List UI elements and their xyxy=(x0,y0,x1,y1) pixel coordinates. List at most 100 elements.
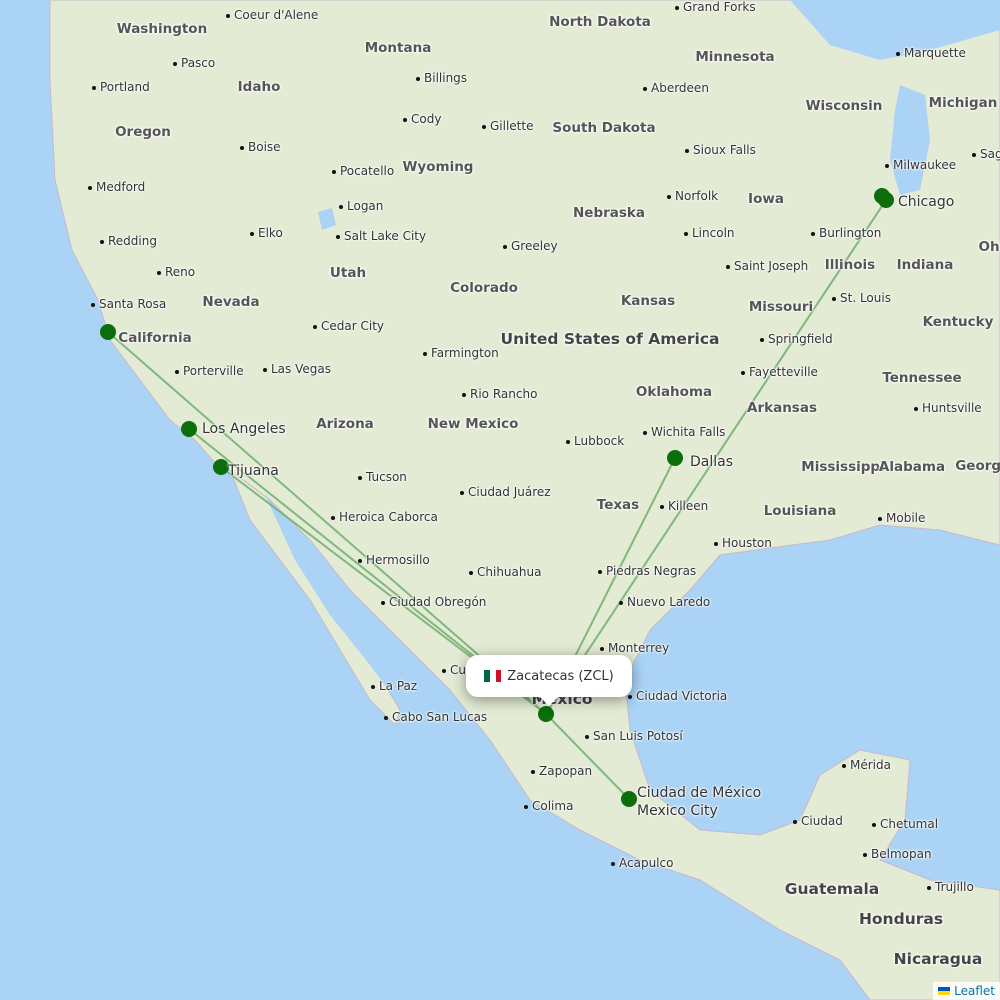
map-canvas[interactable] xyxy=(0,0,1000,1000)
ukraine-flag-icon xyxy=(938,987,951,995)
state-label: Iowa xyxy=(748,191,784,207)
city-label: St. Louis xyxy=(832,291,891,305)
city-label: San Luis Potosí xyxy=(585,729,683,743)
city-label: Colima xyxy=(524,799,573,813)
city-label: Norfolk xyxy=(667,189,718,203)
state-label: Tennessee xyxy=(882,370,962,386)
airport-label: Chicago xyxy=(898,194,955,210)
city-label: Farmington xyxy=(423,346,499,360)
city-label: Cabo San Lucas xyxy=(384,710,487,724)
city-label: Mobile xyxy=(878,511,925,525)
city-label: Acapulco xyxy=(611,856,673,870)
state-label: Texas xyxy=(596,497,640,513)
city-label: Elko xyxy=(250,226,283,240)
city-label: Ciudad xyxy=(793,814,843,828)
city-label: Wichita Falls xyxy=(643,425,725,439)
city-label: Redding xyxy=(100,234,157,248)
city-label: Monterrey xyxy=(600,641,669,655)
city-label: Ciudad Juárez xyxy=(460,485,551,499)
country-label: United States of America xyxy=(500,330,720,348)
mexico-flag-icon xyxy=(484,670,502,682)
city-label: Coeur d'Alene xyxy=(226,8,318,22)
city-label: Boise xyxy=(240,140,281,154)
city-label: Salt Lake City xyxy=(336,229,426,243)
city-label: Gillette xyxy=(482,119,533,133)
city-label: Huntsville xyxy=(914,401,982,415)
city-label: Zapopan xyxy=(531,764,592,778)
state-label: Missouri xyxy=(748,299,814,315)
airport-marker[interactable] xyxy=(874,188,890,204)
city-label: Medford xyxy=(88,180,145,194)
airport-popup[interactable]: Zacatecas (ZCL) xyxy=(466,655,632,706)
city-label: Reno xyxy=(157,265,195,279)
city-label: Cody xyxy=(403,112,441,126)
state-label: North Dakota xyxy=(549,14,651,30)
attribution[interactable]: Leaflet xyxy=(933,982,1000,1000)
city-label: Ciudad Victoria xyxy=(628,689,727,703)
state-label: Oklahoma xyxy=(635,384,713,400)
state-label: Georgia xyxy=(955,458,1000,474)
city-label: Houston xyxy=(714,536,772,550)
city-label: Springfield xyxy=(760,332,833,346)
airport-marker[interactable] xyxy=(100,324,116,340)
airport-label: Tijuana xyxy=(228,463,279,479)
land-north-america xyxy=(49,0,1000,1000)
state-label: Alabama xyxy=(878,459,946,475)
city-label: La Paz xyxy=(371,679,417,693)
country-label: Guatemala xyxy=(784,880,880,898)
city-label: Piedras Negras xyxy=(598,564,696,578)
state-label: South Dakota xyxy=(552,120,656,136)
city-label: Belmopan xyxy=(863,847,932,861)
city-label: Portland xyxy=(92,80,150,94)
state-label: Wisconsin xyxy=(805,98,883,114)
city-label: Greeley xyxy=(503,239,558,253)
state-label: Illinois xyxy=(824,257,876,273)
city-label: Trujillo xyxy=(927,880,974,894)
state-label: Nevada xyxy=(202,294,260,310)
state-label: Kentucky xyxy=(922,314,994,330)
state-label: California xyxy=(118,330,192,346)
city-label: Santa Rosa xyxy=(91,297,166,311)
city-label: Heroica Caborca xyxy=(331,510,438,524)
state-label: Michigan xyxy=(928,95,998,111)
state-label: Minnesota xyxy=(695,49,775,65)
city-label: Ciudad Obregón xyxy=(381,595,486,609)
airport-label: Ciudad de México xyxy=(637,785,762,801)
state-label: Mississippi xyxy=(801,459,885,475)
state-label: Indiana xyxy=(896,257,954,273)
city-label: Burlington xyxy=(811,226,881,240)
city-label: Logan xyxy=(339,199,383,213)
state-label: Montana xyxy=(364,40,432,56)
state-label: Oregon xyxy=(115,124,171,140)
city-label: Lubbock xyxy=(566,434,624,448)
state-label: Nebraska xyxy=(572,205,646,221)
country-label: Nicaragua xyxy=(893,950,983,968)
city-label: Las Vegas xyxy=(263,362,331,376)
city-label: Grand Forks xyxy=(675,0,756,14)
airport-marker[interactable] xyxy=(667,450,683,466)
city-label: Chetumal xyxy=(872,817,938,831)
airport-label: Los Angeles xyxy=(202,421,286,437)
city-label: Billings xyxy=(416,71,467,85)
leaflet-link[interactable]: Leaflet xyxy=(954,984,995,998)
city-label: Cedar City xyxy=(313,319,384,333)
airport-marker[interactable] xyxy=(213,459,229,475)
city-label: Aberdeen xyxy=(643,81,709,95)
state-label: Washington xyxy=(116,21,208,37)
airport-marker[interactable] xyxy=(538,706,554,722)
city-label: Lincoln xyxy=(684,226,735,240)
airport-marker[interactable] xyxy=(621,791,637,807)
state-label: Colorado xyxy=(450,280,518,296)
airport-marker[interactable] xyxy=(181,421,197,437)
city-label: Sioux Falls xyxy=(685,143,756,157)
state-label: Utah xyxy=(329,265,367,281)
country-label: Honduras xyxy=(858,910,944,928)
city-label: Sag xyxy=(972,147,1000,161)
state-label: Idaho xyxy=(237,79,281,95)
state-label: New Mexico xyxy=(427,416,519,432)
state-label: Arizona xyxy=(316,416,374,432)
airport-label: Dallas xyxy=(690,454,734,470)
city-label: Pocatello xyxy=(332,164,394,178)
city-label: Milwaukee xyxy=(885,158,956,172)
state-label: Wyoming xyxy=(402,159,474,175)
